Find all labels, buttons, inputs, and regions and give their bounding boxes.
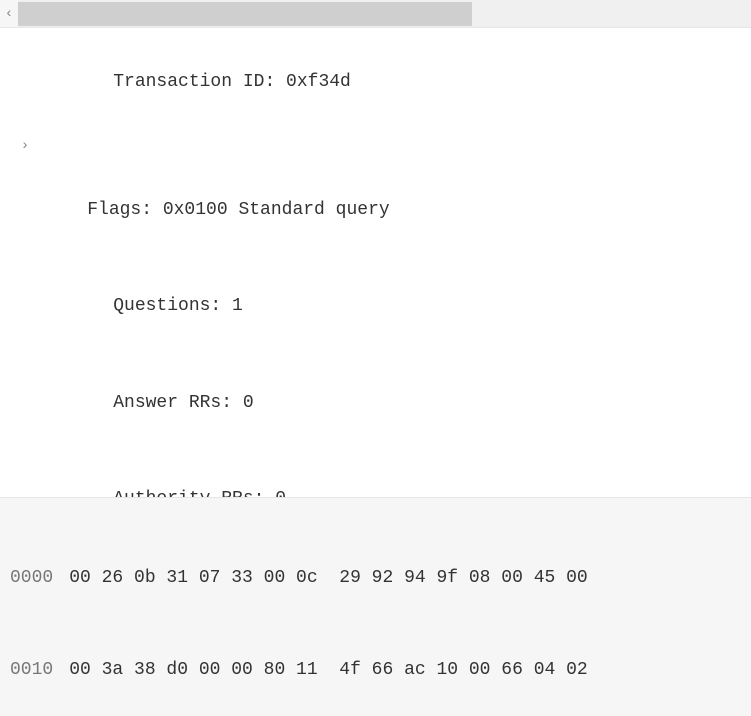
field-questions[interactable]: Questions: 1 [0, 259, 751, 356]
hex-offset: 0010 [10, 660, 53, 680]
field-text: Transaction ID: 0xf34d [113, 72, 351, 92]
hex-dump-pane[interactable]: 0000 00 26 0b 31 07 33 00 0c 29 92 94 9f … [0, 498, 751, 716]
field-authority-rrs[interactable]: Authority RRs: 0 [0, 452, 751, 499]
scroll-thumb[interactable] [18, 2, 472, 26]
hex-bytes: 00 3a 38 d0 00 00 80 11 4f 66 ac 10 00 6… [69, 660, 587, 680]
field-transaction-id[interactable]: Transaction ID: 0xf34d [0, 34, 751, 131]
field-text: Questions: 1 [113, 296, 243, 316]
horizontal-scrollbar[interactable]: ‹ [0, 0, 751, 28]
hex-row[interactable]: 0000 00 26 0b 31 07 33 00 0c 29 92 94 9f … [10, 563, 741, 594]
field-text: Authority RRs: 0 [113, 489, 286, 498]
scroll-left-button[interactable]: ‹ [0, 0, 18, 27]
field-text: Answer RRs: 0 [113, 393, 253, 413]
chevron-right-icon[interactable]: › [18, 134, 32, 159]
packet-details-pane[interactable]: Transaction ID: 0xf34d › Flags: 0x0100 S… [0, 28, 751, 498]
chevron-left-icon: ‹ [5, 6, 13, 22]
hex-bytes: 00 26 0b 31 07 33 00 0c 29 92 94 9f 08 0… [69, 568, 587, 588]
field-answer-rrs[interactable]: Answer RRs: 0 [0, 355, 751, 452]
scroll-track[interactable] [18, 0, 751, 27]
field-flags[interactable]: › Flags: 0x0100 Standard query [0, 131, 751, 259]
hex-offset: 0000 [10, 568, 53, 588]
hex-row[interactable]: 0010 00 3a 38 d0 00 00 80 11 4f 66 ac 10 … [10, 655, 741, 686]
field-text: Flags: 0x0100 Standard query [87, 200, 389, 220]
